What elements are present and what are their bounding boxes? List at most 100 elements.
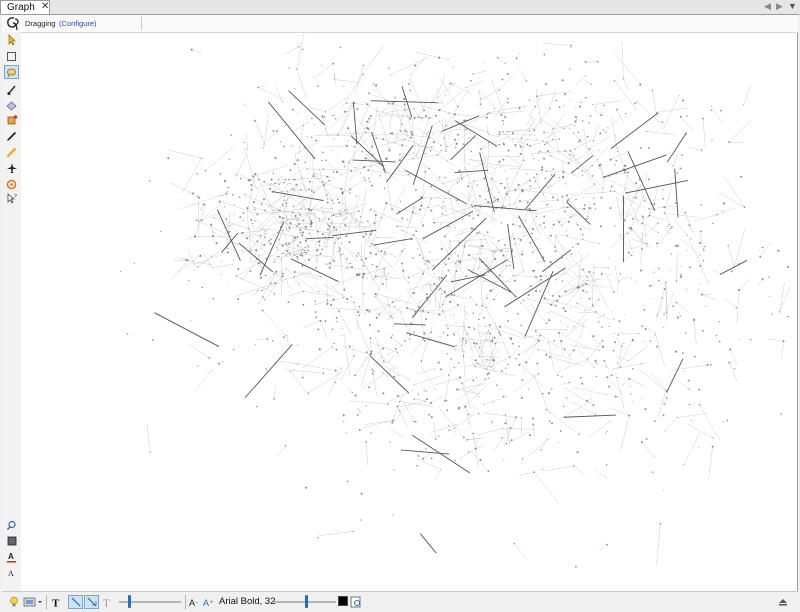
brush-icon[interactable] [4, 83, 19, 97]
graph-node [433, 282, 436, 285]
edge-labels-icon[interactable]: T [102, 595, 114, 609]
graph-canvas[interactable] [21, 33, 797, 591]
graph-edge [396, 197, 423, 215]
close-icon[interactable]: ✕ [41, 1, 49, 12]
tab-graph[interactable]: Graph ✕ [0, 0, 50, 14]
graph-node [321, 159, 323, 162]
network-graph[interactable] [21, 33, 797, 591]
lightbulb-icon[interactable] [8, 595, 20, 609]
shortest-path-icon[interactable] [4, 177, 19, 191]
airplane-icon[interactable] [4, 161, 19, 175]
graph-edge [470, 450, 489, 472]
pointer-icon[interactable] [4, 33, 19, 47]
graph-node [313, 124, 315, 126]
paint-bucket-icon[interactable] [4, 113, 19, 127]
graph-edge [349, 146, 373, 182]
graph-node [369, 208, 372, 211]
graph-node [280, 176, 282, 178]
graph-node [630, 277, 632, 279]
show-labels-icon[interactable]: T [51, 595, 63, 609]
label-font-icon[interactable]: A [4, 565, 19, 579]
label-color-swatch[interactable] [338, 596, 348, 606]
graph-node [276, 130, 279, 133]
graph-node [422, 237, 425, 240]
painter-icon[interactable] [4, 98, 19, 112]
pencil-icon[interactable] [4, 129, 19, 143]
decrease-font-icon[interactable]: A- [189, 595, 201, 609]
tab-scroll-right-icon[interactable]: ▶ [776, 1, 783, 12]
tab-menu-icon[interactable]: ▼ [788, 1, 797, 11]
edit-node-icon[interactable]: ? [4, 192, 19, 206]
graph-edge [409, 77, 425, 111]
graph-node [289, 252, 291, 254]
graph-node [706, 363, 709, 367]
graph-node [630, 229, 633, 231]
graph-edge [355, 353, 369, 376]
graph-edge [432, 218, 486, 271]
font-label[interactable]: Arial Bold, 32 [219, 596, 276, 607]
graph-node [465, 241, 467, 243]
tab-scroll-left-icon[interactable]: ◀ [764, 1, 771, 12]
graph-node [645, 243, 648, 245]
label-settings-icon[interactable] [350, 595, 362, 609]
graph-node [276, 231, 279, 233]
graph-node [435, 284, 437, 286]
graph-node [287, 220, 289, 222]
graph-edge [514, 543, 527, 560]
ruler-icon[interactable] [4, 145, 19, 159]
graph-node [498, 143, 501, 146]
graph-node [529, 179, 531, 181]
lasso-select-icon[interactable] [4, 65, 19, 79]
graph-node [364, 127, 366, 129]
graph-edge [723, 176, 745, 208]
eject-icon[interactable] [777, 595, 789, 609]
graph-node [293, 276, 295, 279]
graph-node [499, 333, 502, 336]
label-color-icon[interactable]: A [4, 550, 19, 564]
graph-edge [171, 260, 188, 280]
edges-toggle-icon[interactable] [68, 595, 83, 609]
graph-edge [532, 270, 547, 301]
graph-edge [477, 428, 503, 436]
graph-node [253, 201, 255, 204]
graph-node [591, 165, 593, 167]
graph-edge [320, 320, 328, 339]
graph-node [425, 398, 428, 401]
graph-node [352, 159, 354, 161]
graph-node [335, 196, 337, 198]
rectangle-select-icon[interactable] [4, 49, 19, 63]
graph-edge [602, 177, 604, 193]
graph-node [498, 274, 501, 277]
graph-node [494, 199, 496, 201]
graph-node [508, 439, 509, 441]
zoom-icon[interactable] [4, 518, 19, 532]
graph-node [698, 388, 701, 391]
increase-font-icon[interactable]: A + [203, 595, 216, 609]
screenshot-dropdown-icon[interactable] [23, 595, 43, 609]
graph-node [399, 130, 402, 132]
graph-edge [515, 358, 544, 388]
graph-node [126, 333, 129, 335]
graph-edge [508, 167, 547, 172]
graph-node [237, 267, 240, 270]
graph-node [425, 390, 427, 392]
graph-node [248, 228, 250, 230]
graph-node [712, 222, 714, 225]
edge-color-mode-icon[interactable] [84, 595, 99, 609]
graph-node [479, 195, 481, 198]
graph-edge [395, 108, 410, 142]
graph-edge [374, 244, 380, 253]
graph-edge [664, 183, 673, 214]
graph-node [730, 270, 733, 273]
edge-size-slider[interactable] [128, 595, 132, 608]
graph-edge [592, 177, 604, 189]
graph-edge [387, 348, 396, 357]
graph-node [349, 188, 352, 191]
graph-edge [620, 415, 630, 451]
graph-node [417, 455, 420, 457]
background-color-icon[interactable] [4, 534, 19, 548]
configure-link[interactable]: (Configure) [59, 19, 97, 28]
label-size-slider[interactable] [305, 595, 308, 608]
graph-node [242, 212, 245, 214]
graph-node [430, 209, 433, 212]
